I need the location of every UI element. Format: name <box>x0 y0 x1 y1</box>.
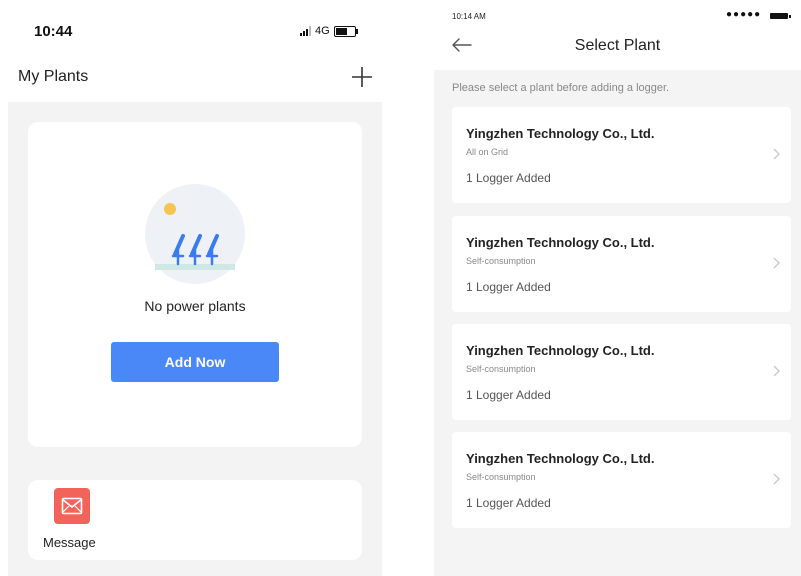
status-time: 10:14 AM <box>452 12 486 21</box>
chevron-right-icon <box>773 257 780 269</box>
plant-name: Yingzhen Technology Co., Ltd. <box>466 126 655 141</box>
logger-count: 1 Logger Added <box>466 388 551 402</box>
status-bar: 10:44 4G <box>0 0 382 60</box>
add-now-button[interactable]: Add Now <box>111 342 279 382</box>
plants-content: No power plants Add Now Message <box>8 102 382 576</box>
page-title: Select Plant <box>574 37 661 54</box>
page-title: My Plants <box>18 68 89 85</box>
chevron-right-icon <box>773 148 780 160</box>
plant-type: Self-consumption <box>466 364 536 374</box>
chevron-right-icon <box>773 365 780 377</box>
top-bar: 10:14 AM ●●●●● Select Plant <box>434 0 801 70</box>
page-header: My Plants <box>0 60 382 102</box>
envelope-icon <box>54 488 90 524</box>
cellular-signal-icon <box>300 26 311 36</box>
select-plant-screen: 10:14 AM ●●●●● Select Plant Please selec… <box>434 0 801 576</box>
hint-text: Please select a plant before adding a lo… <box>452 82 670 94</box>
logger-count: 1 Logger Added <box>466 496 551 510</box>
plant-type: Self-consumption <box>466 472 536 482</box>
plant-card[interactable]: Yingzhen Technology Co., Ltd. All on Gri… <box>452 107 791 203</box>
status-time: 10:44 <box>34 23 73 40</box>
plus-icon[interactable] <box>349 64 375 90</box>
battery-icon <box>770 13 791 19</box>
plant-type: Self-consumption <box>466 256 536 266</box>
plant-card[interactable]: Yingzhen Technology Co., Ltd. Self-consu… <box>452 324 791 420</box>
status-indicators: 4G <box>300 23 358 39</box>
message-tile[interactable]: Message <box>28 480 362 560</box>
signal-dots-icon: ●●●●● <box>726 9 762 20</box>
plant-name: Yingzhen Technology Co., Ltd. <box>466 343 655 358</box>
empty-state-message: No power plants <box>144 298 246 314</box>
plant-name: Yingzhen Technology Co., Ltd. <box>466 451 655 466</box>
logger-count: 1 Logger Added <box>466 280 551 294</box>
message-label: Message <box>43 535 96 550</box>
empty-state-card: No power plants Add Now <box>28 122 362 447</box>
my-plants-screen: 10:44 4G My Plants No power plants Add N… <box>0 0 382 576</box>
plant-type: All on Grid <box>466 147 509 157</box>
logger-count: 1 Logger Added <box>466 171 551 185</box>
chevron-right-icon <box>773 473 780 485</box>
network-type: 4G <box>315 25 330 37</box>
plant-card[interactable]: Yingzhen Technology Co., Ltd. Self-consu… <box>452 432 791 528</box>
battery-icon <box>333 25 358 37</box>
plant-name: Yingzhen Technology Co., Ltd. <box>466 235 655 250</box>
plant-card[interactable]: Yingzhen Technology Co., Ltd. Self-consu… <box>452 216 791 312</box>
solar-panels-illustration <box>145 184 245 284</box>
